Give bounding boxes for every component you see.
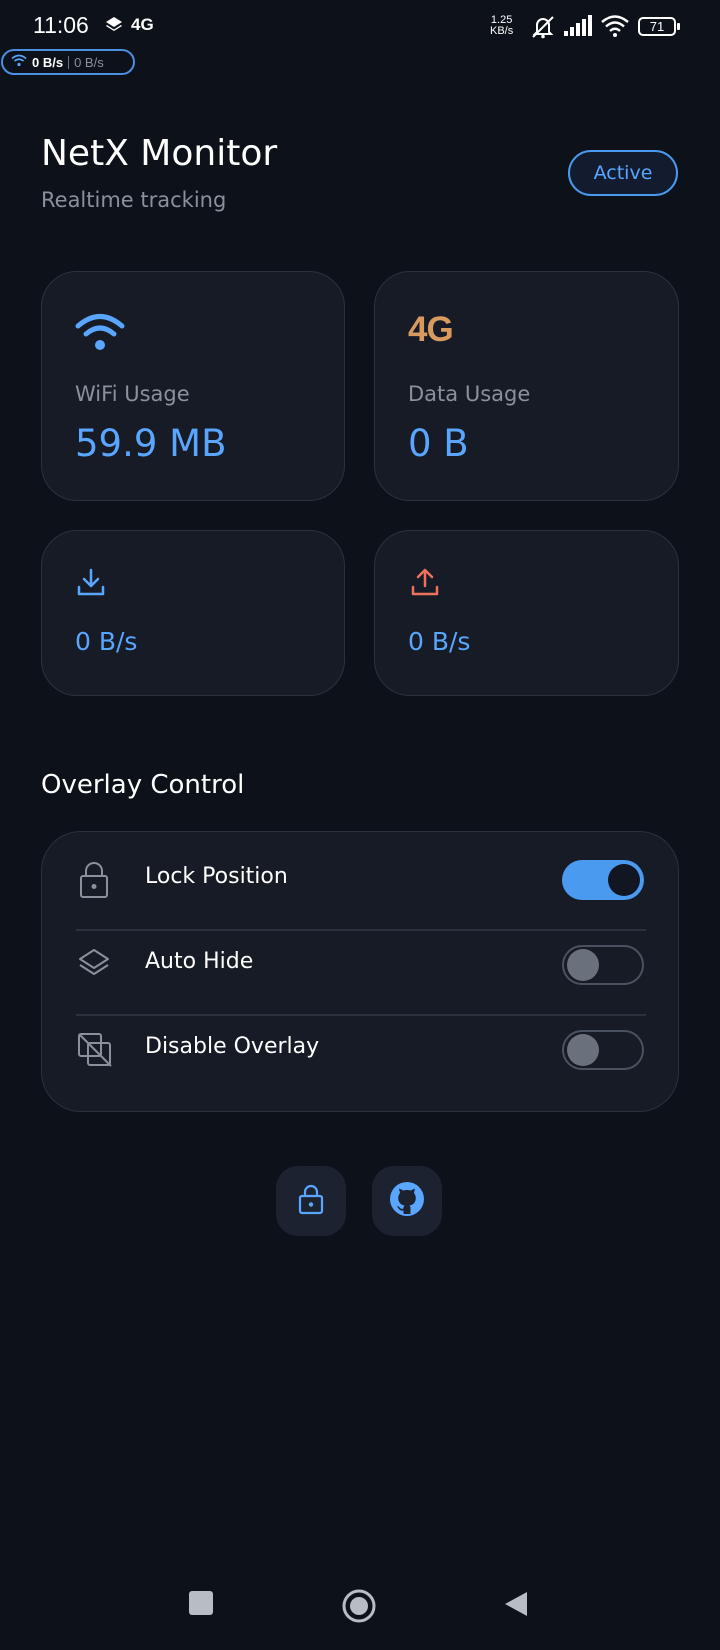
home-button[interactable]: [341, 1588, 377, 1628]
recent-apps-button[interactable]: [188, 1590, 214, 1620]
lock-icon: [76, 861, 112, 898]
battery-indicator: 71: [638, 17, 680, 36]
lock-button[interactable]: [276, 1166, 346, 1236]
layers-status-icon: [104, 15, 124, 39]
toggle-knob: [608, 864, 640, 896]
auto-hide-label: Auto Hide: [145, 949, 254, 974]
disable-overlay-label: Disable Overlay: [145, 1034, 320, 1059]
auto-hide-toggle[interactable]: [562, 945, 644, 985]
4g-icon: 4G: [408, 310, 454, 349]
screen: 11:06 4G 1.25 KB/s 71 0 B/s 0 B/s NetX M…: [0, 0, 720, 1650]
overlay-control-title: Overlay Control: [41, 770, 245, 800]
download-icon: [76, 567, 106, 601]
wifi-small-icon: [11, 54, 27, 70]
wifi-usage-label: WiFi Usage: [75, 382, 190, 406]
status-bar: 11:06 4G 1.25 KB/s 71: [0, 0, 720, 54]
wifi-icon: [75, 312, 125, 356]
back-button[interactable]: [502, 1590, 530, 1622]
download-speed-value: 0 B/s: [75, 627, 138, 656]
overlay-off-icon: [76, 1031, 112, 1067]
toggle-knob: [567, 1034, 599, 1066]
wifi-status-icon: [600, 14, 630, 42]
lock-icon: [297, 1183, 325, 1219]
toggle-knob: [567, 949, 599, 981]
data-usage-label: Data Usage: [408, 382, 531, 406]
github-button[interactable]: [372, 1166, 442, 1236]
disable-overlay-toggle[interactable]: [562, 1030, 644, 1070]
overlay-control-card: Lock Position Auto Hide Disable Overlay: [41, 831, 679, 1112]
status-badge[interactable]: Active: [568, 150, 678, 196]
status-network-type: 4G: [131, 15, 154, 34]
data-usage-card: 4G Data Usage 0 B: [374, 271, 679, 501]
disable-overlay-row[interactable]: Disable Overlay: [42, 1006, 680, 1090]
upload-speed-card: 0 B/s: [374, 530, 679, 696]
page-title: NetX Monitor: [41, 133, 278, 174]
pill-divider: [68, 55, 70, 69]
upload-icon: [410, 567, 440, 601]
upload-speed-value: 0 B/s: [408, 627, 471, 656]
pill-upload-speed: 0 B/s: [74, 54, 104, 70]
signal-icon: [563, 15, 593, 41]
status-time: 11:06: [33, 12, 89, 38]
auto-hide-row[interactable]: Auto Hide: [42, 921, 680, 1005]
speed-overlay-pill[interactable]: 0 B/s 0 B/s: [1, 49, 135, 75]
status-speed-unit: KB/s: [490, 25, 514, 37]
lock-position-label: Lock Position: [145, 864, 288, 889]
github-icon: [388, 1180, 426, 1222]
status-speed: 1.25 KB/s: [490, 15, 513, 37]
mute-icon: [529, 13, 557, 45]
lock-position-toggle[interactable]: [562, 860, 644, 900]
data-usage-value: 0 B: [408, 422, 469, 465]
download-speed-card: 0 B/s: [41, 530, 345, 696]
pill-download-speed: 0 B/s: [32, 54, 64, 70]
lock-position-row[interactable]: Lock Position: [42, 836, 680, 920]
layers-icon: [76, 946, 112, 982]
wifi-usage-value: 59.9 MB: [75, 422, 227, 465]
wifi-usage-card: WiFi Usage 59.9 MB: [41, 271, 345, 501]
page-subtitle: Realtime tracking: [41, 188, 227, 212]
